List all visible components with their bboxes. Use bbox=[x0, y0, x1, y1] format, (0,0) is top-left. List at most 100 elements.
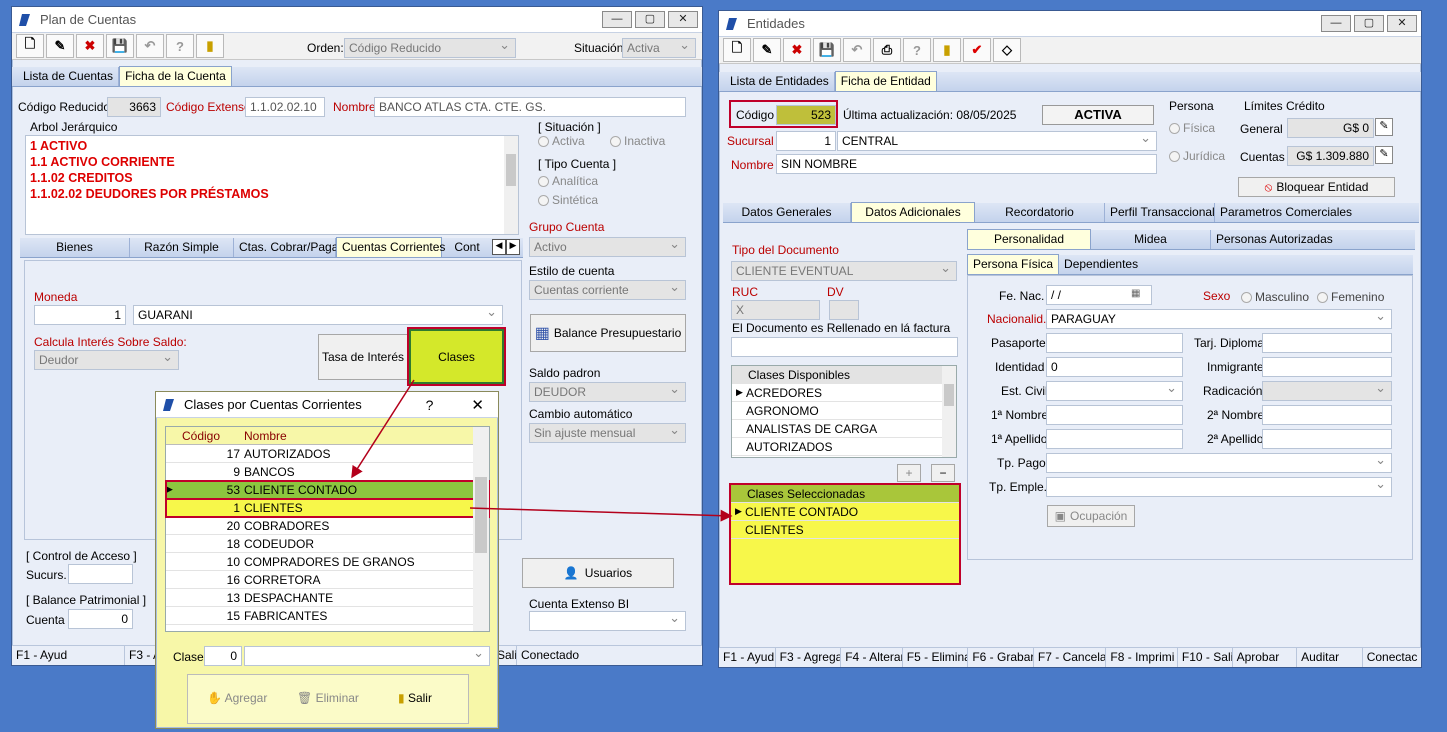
tab-recordatorio[interactable]: Recordatorio bbox=[975, 203, 1105, 222]
tab-lista-de-cuentas[interactable]: Lista de Cuentas bbox=[18, 67, 120, 86]
calcula-select[interactable]: Deudor bbox=[34, 350, 179, 370]
help-icon[interactable]: ? bbox=[166, 34, 194, 58]
tab-razon-simple[interactable]: Razón Simple bbox=[130, 238, 234, 257]
new-document-icon[interactable]: 🗋 bbox=[723, 38, 751, 62]
sucurs-field[interactable] bbox=[68, 564, 133, 584]
salir-button[interactable]: ▮ Salir bbox=[398, 691, 432, 705]
grid-scrollbar[interactable] bbox=[942, 366, 956, 457]
undo-icon[interactable]: ↶ bbox=[136, 34, 164, 58]
maximize-icon[interactable]: ▢ bbox=[1354, 15, 1384, 32]
print-icon[interactable]: ⎙ bbox=[873, 38, 901, 62]
table-row[interactable]: 9 BANCOS bbox=[166, 463, 489, 481]
juridica-radio[interactable]: Jurídica bbox=[1169, 149, 1225, 163]
usuarios-button[interactable]: 👤 Usuarios bbox=[522, 558, 674, 588]
arbol-tree[interactable]: 1 ACTIVO 1.1 ACTIVO CORRIENTE 1.1.02 CRE… bbox=[25, 135, 519, 235]
tipo-doc-select[interactable]: CLIENTE EVENTUAL bbox=[731, 261, 957, 281]
codigo-field[interactable]: 523 bbox=[776, 105, 836, 125]
cod-ext-field[interactable]: 1.1.02.02.10 bbox=[245, 97, 325, 117]
tp-emple-select[interactable] bbox=[1046, 477, 1392, 497]
tree-scrollbar[interactable] bbox=[504, 136, 518, 234]
tab-cuentas-corrientes[interactable]: Cuentas Corrientes bbox=[336, 237, 445, 257]
table-row[interactable]: 20 COBRADORES bbox=[166, 517, 489, 535]
approve-check-icon[interactable]: ✔ bbox=[963, 38, 991, 62]
help-icon[interactable]: ? bbox=[903, 38, 931, 62]
clases-grid[interactable]: Código Nombre 17 AUTORIZADOS 9 BANCOS ▶ 53 CLIE… bbox=[165, 426, 490, 632]
nacionalid-select[interactable]: PARAGUAY bbox=[1046, 309, 1392, 329]
apellido2-field[interactable] bbox=[1262, 429, 1392, 449]
tab-persona-fisica[interactable]: Persona Física bbox=[967, 254, 1060, 274]
nombre1-field[interactable] bbox=[1046, 405, 1183, 425]
tab-datos-generales[interactable]: Datos Generales bbox=[723, 203, 851, 222]
radicacion-select[interactable] bbox=[1262, 381, 1392, 401]
grupo-select[interactable]: Activo bbox=[529, 237, 686, 257]
tarj-diploma-field[interactable] bbox=[1262, 333, 1392, 353]
tree-node[interactable]: 1 ACTIVO bbox=[30, 138, 514, 154]
general-field[interactable]: G$ 0 bbox=[1287, 118, 1374, 138]
moneda-code-field[interactable]: 1 bbox=[34, 305, 126, 325]
maximize-icon[interactable]: ▢ bbox=[635, 11, 665, 28]
save-icon[interactable]: 💾 bbox=[106, 34, 134, 58]
sit-inactiva-radio[interactable]: Inactiva bbox=[610, 134, 665, 148]
inmigrante-field[interactable] bbox=[1262, 357, 1392, 377]
tab-lista-de-entidades[interactable]: Lista de Entidades bbox=[725, 72, 835, 91]
tab-ficha-de-la-cuenta[interactable]: Ficha de la Cuenta bbox=[119, 66, 232, 86]
nombre-field[interactable]: SIN NOMBRE bbox=[776, 154, 1157, 174]
scroll-right-icon[interactable]: ▶ bbox=[506, 239, 520, 255]
undo-icon[interactable]: ↶ bbox=[843, 38, 871, 62]
calendar-icon[interactable]: ▦ bbox=[1131, 288, 1140, 299]
nombre2-field[interactable] bbox=[1262, 405, 1392, 425]
bloquear-entidad-button[interactable]: ⦸ Bloquear Entidad bbox=[1238, 177, 1395, 197]
cod-red-field[interactable]: 3663 bbox=[107, 97, 161, 117]
identidad-field[interactable]: 0 bbox=[1046, 357, 1183, 377]
edit-general-icon[interactable]: ✎ bbox=[1375, 118, 1393, 136]
tab-personas-autorizadas[interactable]: Personas Autorizadas bbox=[1211, 230, 1333, 249]
tree-node[interactable]: 1.1.02.02 DEUDORES POR PRÉSTAMOS bbox=[30, 186, 514, 202]
femenino-radio[interactable]: Femenino bbox=[1317, 290, 1384, 304]
tab-dependientes[interactable]: Dependientes bbox=[1059, 255, 1143, 274]
fisica-radio[interactable]: Física bbox=[1169, 121, 1215, 135]
tab-perfil-transaccional[interactable]: Perfil Transaccional bbox=[1105, 203, 1215, 222]
eliminar-button[interactable]: 🗑 Eliminar bbox=[297, 691, 359, 705]
tasa-interes-button[interactable]: Tasa de Interés bbox=[318, 334, 408, 380]
tab-midea[interactable]: Midea bbox=[1091, 230, 1211, 249]
list-item[interactable]: CLIENTES bbox=[731, 521, 959, 539]
close-icon[interactable]: ✕ bbox=[1387, 15, 1417, 32]
edit-icon[interactable]: ✎ bbox=[753, 38, 781, 62]
close-icon[interactable]: ✕ bbox=[471, 396, 484, 414]
new-document-icon[interactable]: 🗋 bbox=[16, 34, 44, 58]
scroll-left-icon[interactable]: ◀ bbox=[492, 239, 506, 255]
exit-door-icon[interactable]: ▮ bbox=[933, 38, 961, 62]
tp-pago-select[interactable] bbox=[1046, 453, 1392, 473]
balance-presupuestario-button[interactable]: ▦ Balance Presupuestario bbox=[530, 314, 686, 352]
table-row[interactable]: 1 CLIENTES bbox=[165, 498, 490, 518]
minimize-icon[interactable]: — bbox=[602, 11, 632, 28]
est-civil-select[interactable] bbox=[1046, 381, 1183, 401]
help-icon[interactable]: ? bbox=[426, 397, 434, 413]
clase-code-field[interactable]: 0 bbox=[204, 646, 242, 666]
saldo-select[interactable]: DEUDOR bbox=[529, 382, 686, 402]
ocupacion-button[interactable]: ▣ Ocupación bbox=[1047, 505, 1135, 527]
tipo-sintetica-radio[interactable]: Sintética bbox=[538, 193, 598, 207]
tab-ctas-cobrar-pagar[interactable]: Ctas. Cobrar/Pagar bbox=[234, 238, 342, 257]
clases-seleccionadas-grid[interactable]: Clases Seleccionadas ▶ CLIENTE CONTADO CL… bbox=[729, 483, 961, 585]
table-row[interactable]: 13 DESPACHANTE bbox=[166, 589, 489, 607]
table-row[interactable]: 18 CODEUDOR bbox=[166, 535, 489, 553]
eraser-icon[interactable]: ◇ bbox=[993, 38, 1021, 62]
agregar-button[interactable]: ✋ Agregar bbox=[207, 691, 267, 705]
remove-clase-icon[interactable]: − bbox=[931, 464, 955, 482]
table-row[interactable]: 15 FABRICANTES bbox=[166, 607, 489, 625]
minimize-icon[interactable]: — bbox=[1321, 15, 1351, 32]
tab-personalidad[interactable]: Personalidad bbox=[967, 229, 1091, 249]
table-row[interactable]: 10 COMPRADORES DE GRANOS bbox=[166, 553, 489, 571]
table-row[interactable]: ▶ 53 CLIENTE CONTADO bbox=[165, 480, 490, 500]
close-icon[interactable]: ✕ bbox=[668, 11, 698, 28]
situacion-select[interactable]: Activa bbox=[622, 38, 696, 58]
edit-icon[interactable]: ✎ bbox=[46, 34, 74, 58]
edit-cuentas-icon[interactable]: ✎ bbox=[1375, 146, 1393, 164]
doc-rellenado-field[interactable] bbox=[731, 337, 958, 357]
tab-parametros-comerciales[interactable]: Parametros Comerciales bbox=[1215, 203, 1352, 222]
tab-bienes[interactable]: Bienes bbox=[20, 238, 130, 257]
orden-select[interactable]: Código Reducido bbox=[344, 38, 516, 58]
tab-datos-adicionales[interactable]: Datos Adicionales bbox=[851, 202, 975, 222]
moneda-select[interactable]: GUARANI bbox=[133, 305, 503, 325]
